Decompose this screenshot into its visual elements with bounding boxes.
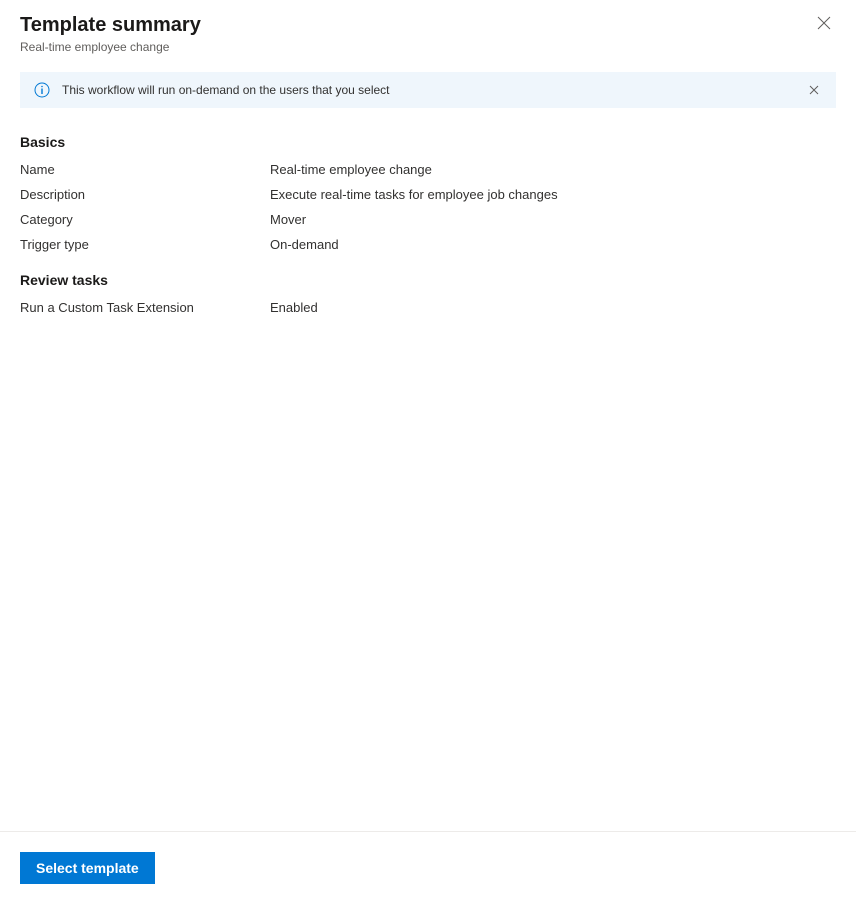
review-task-value: Enabled (270, 300, 318, 315)
review-tasks-heading: Review tasks (20, 272, 836, 288)
basics-description-label: Description (20, 187, 270, 202)
select-template-button[interactable]: Select template (20, 852, 155, 884)
review-task-label: Run a Custom Task Extension (20, 300, 270, 315)
dismiss-info-button[interactable] (806, 82, 822, 98)
info-message-bar: This workflow will run on-demand on the … (20, 72, 836, 108)
basics-category-label: Category (20, 212, 270, 227)
basics-category-value: Mover (270, 212, 306, 227)
info-message-text: This workflow will run on-demand on the … (62, 83, 794, 97)
basics-heading: Basics (20, 134, 836, 150)
basics-name-label: Name (20, 162, 270, 177)
panel-subtitle: Real-time employee change (20, 40, 201, 54)
basics-name-value: Real-time employee change (270, 162, 432, 177)
close-panel-button[interactable] (812, 12, 836, 36)
close-icon (817, 16, 831, 33)
basics-trigger-value: On-demand (270, 237, 339, 252)
review-task-row: Run a Custom Task Extension Enabled (20, 300, 836, 315)
basics-description-value: Execute real-time tasks for employee job… (270, 187, 558, 202)
basics-category-row: Category Mover (20, 212, 836, 227)
basics-trigger-label: Trigger type (20, 237, 270, 252)
panel-title: Template summary (20, 12, 201, 38)
info-icon (34, 82, 50, 98)
basics-trigger-row: Trigger type On-demand (20, 237, 836, 252)
basics-name-row: Name Real-time employee change (20, 162, 836, 177)
close-icon (809, 83, 819, 98)
basics-description-row: Description Execute real-time tasks for … (20, 187, 836, 202)
